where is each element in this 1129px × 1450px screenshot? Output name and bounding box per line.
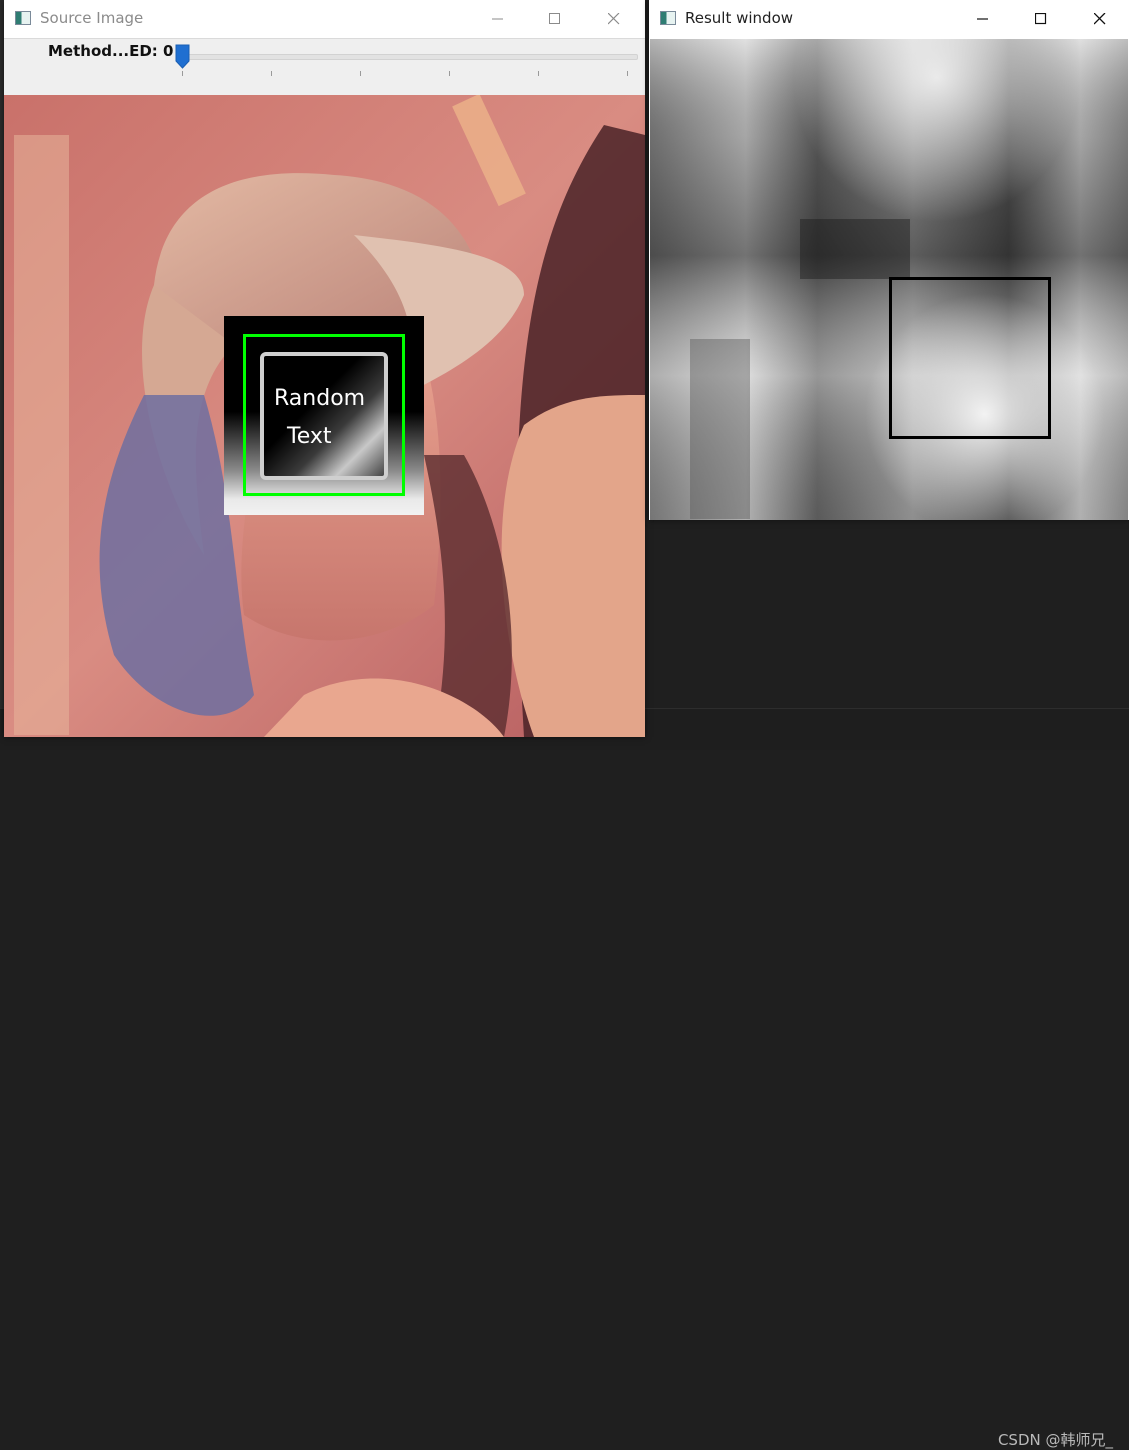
trackbar-tick (360, 71, 361, 76)
slider-thumb-icon[interactable] (175, 44, 190, 69)
close-icon (1094, 13, 1106, 25)
app-icon (15, 11, 31, 25)
minimize-icon (492, 18, 503, 20)
minimize-button[interactable] (960, 0, 1006, 38)
source-image-canvas: Random Text (4, 95, 645, 737)
trackbar-tick (182, 71, 183, 76)
maximize-icon (1035, 13, 1047, 25)
maximize-button[interactable] (1018, 0, 1064, 38)
trackbar-panel: Method...ED: 0 (4, 38, 645, 96)
trackbar-label: Method...ED: 0 (48, 42, 174, 60)
trackbar-tick (271, 71, 272, 76)
trackbar-tick (538, 71, 539, 76)
source-image-window: Source Image Method...ED: 0 Random Text (4, 0, 645, 737)
window-title: Source Image (40, 9, 144, 27)
trackbar-tick (627, 71, 628, 76)
minimize-icon (977, 18, 988, 20)
window-title: Result window (685, 9, 794, 27)
match-rectangle-black (889, 277, 1051, 439)
trackbar-slider[interactable] (182, 54, 638, 60)
maximize-icon (549, 13, 560, 24)
maximize-button[interactable] (532, 0, 578, 38)
result-window: Result window (649, 0, 1129, 520)
result-map-canvas (650, 39, 1128, 520)
close-button[interactable] (1077, 0, 1123, 38)
template-overlay: Random Text (224, 316, 424, 515)
titlebar[interactable]: Source Image (4, 0, 645, 38)
trackbar-tick (449, 71, 450, 76)
match-rectangle-green (243, 334, 405, 496)
titlebar[interactable]: Result window (649, 0, 1129, 38)
close-button[interactable] (591, 0, 637, 38)
close-icon (608, 13, 620, 25)
watermark: CSDN @韩师兄_ (997, 1431, 1113, 1449)
minimize-button[interactable] (475, 0, 521, 38)
app-icon (660, 11, 676, 25)
